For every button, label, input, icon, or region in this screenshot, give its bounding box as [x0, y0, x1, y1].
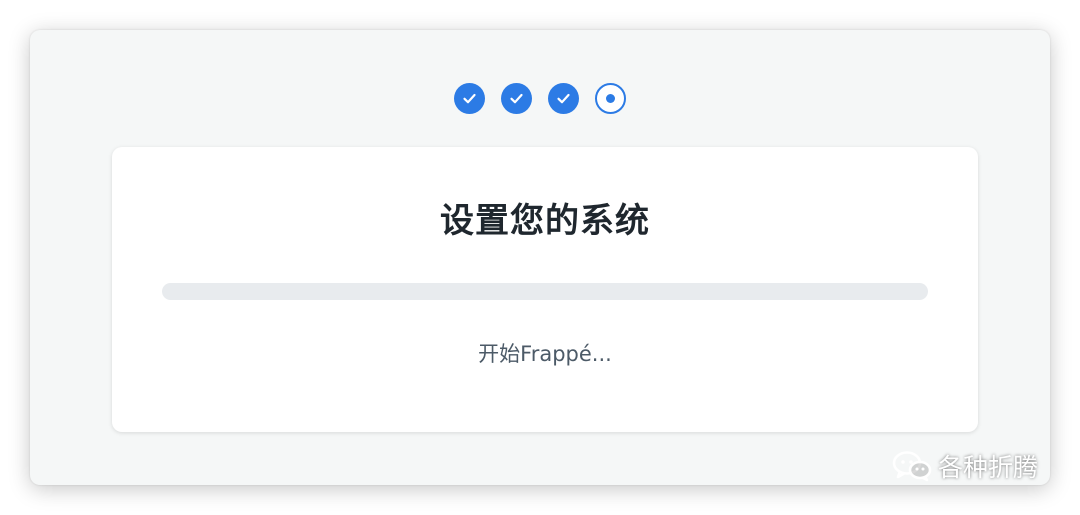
check-icon: [463, 93, 476, 104]
setup-card: 设置您的系统 开始Frappé...: [112, 147, 978, 432]
page-title: 设置您的系统: [440, 201, 650, 241]
setup-window: 设置您的系统 开始Frappé...: [30, 30, 1050, 485]
check-icon: [557, 93, 570, 104]
step-1-completed: [454, 83, 485, 114]
current-dot-icon: [606, 94, 615, 103]
step-3-completed: [548, 83, 579, 114]
watermark-text: 各种折腾: [938, 453, 1039, 482]
step-4-current: [595, 83, 626, 114]
step-2-completed: [501, 83, 532, 114]
progress-bar: [162, 283, 928, 300]
check-icon: [510, 93, 523, 104]
step-indicator: [30, 83, 1050, 114]
wechat-icon: [892, 451, 932, 482]
status-message: 开始Frappé...: [478, 342, 612, 366]
watermark: 各种折腾: [892, 448, 1038, 484]
